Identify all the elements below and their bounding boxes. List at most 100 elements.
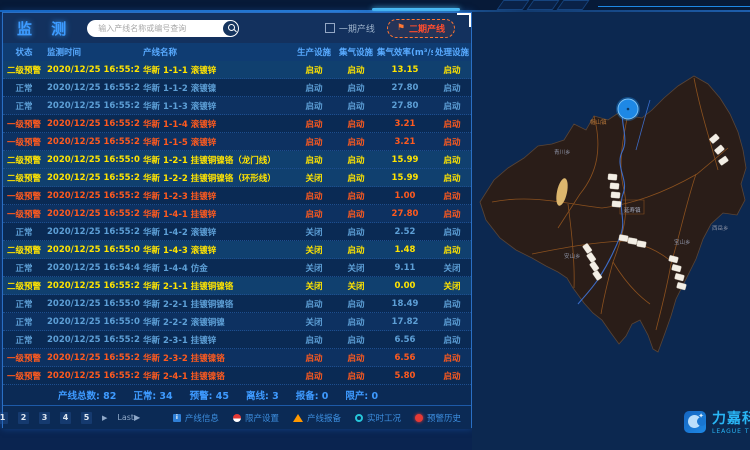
phase1-checkbox[interactable]: 一期产线	[325, 22, 375, 35]
page-button[interactable]: 4	[60, 412, 71, 424]
cell: 启动	[335, 208, 377, 220]
legend-item-alert[interactable]: 预警历史	[415, 412, 461, 424]
cell: 华新 2-3-1 挂镀锌	[140, 334, 293, 346]
cell: 正常	[3, 226, 45, 238]
blue-location-marker[interactable]	[616, 97, 640, 121]
brand-logo: ✦ 力嘉科技 LEAGUE TE	[684, 408, 750, 435]
checkbox-icon	[325, 23, 335, 33]
column-header: 集气效率(m³/s)	[377, 46, 433, 58]
deco-shape	[526, 0, 559, 10]
district-map[interactable]: 帽山镇青川乡延寿镇安山乡宝山乡西岳乡	[472, 52, 750, 392]
page-button[interactable]: 2	[18, 412, 29, 424]
table-header: 状态监测时间产线名称生产设施集气设施集气效率(m³/s)处理设施	[3, 43, 471, 61]
cell: 2020/12/25 16:55:04	[45, 317, 140, 327]
tri-icon	[293, 414, 303, 422]
cell: 2020/12/25 16:55:24	[45, 281, 140, 291]
map-area: 帽山镇青川乡延寿镇安山乡宝山乡西岳乡 ✦ 力嘉科技 LEAGUE TE	[472, 12, 750, 450]
table-row[interactable]: 二级预警2020/12/25 16:55:24华新 1-2-2 挂镀铜镍铬（环形…	[3, 169, 471, 187]
column-header: 生产设施	[293, 46, 335, 58]
search-input[interactable]	[96, 23, 220, 34]
table-row[interactable]: 正常2020/12/25 16:55:04华新 2-2-1 挂镀铜镍铬启动启动1…	[3, 295, 471, 313]
cell: 关闭	[293, 172, 335, 184]
column-header: 产线名称	[140, 46, 293, 58]
table-row[interactable]: 一级预警2020/12/25 16:55:24华新 2-4-1 挂镀镍铬启动启动…	[3, 367, 471, 385]
page-button[interactable]: 5	[81, 412, 92, 424]
flag-icon: ⚑	[397, 24, 405, 33]
legend-item-limit[interactable]: 限产设置	[233, 412, 279, 424]
cell: 二级预警	[3, 244, 45, 256]
search-button[interactable]	[223, 21, 238, 36]
phase2-button[interactable]: ⚑ 二期产线	[387, 19, 455, 38]
town-label: 延寿镇	[624, 206, 641, 214]
cell: 启动	[335, 352, 377, 364]
cell: 启动	[293, 298, 335, 310]
cell: 二级预警	[3, 154, 45, 166]
cell: 2020/12/25 16:55:24	[45, 371, 140, 381]
cell: 一级预警	[3, 136, 45, 148]
table-row[interactable]: 正常2020/12/25 16:55:24华新 1-1-3 滚镀锌启动启动27.…	[3, 97, 471, 115]
summary-item: 离线: 3	[246, 388, 279, 402]
table-row[interactable]: 二级预警2020/12/25 16:55:24华新 2-1-1 挂镀铜镍铬关闭关…	[3, 277, 471, 295]
table-row[interactable]: 正常2020/12/25 16:55:24华新 1-4-2 滚镀锌关闭启动2.5…	[3, 223, 471, 241]
cell: 2020/12/25 16:55:24	[45, 227, 140, 237]
cell: 正常	[3, 316, 45, 328]
cell: 华新 1-2-1 挂镀铜镍铬（龙门线）	[140, 154, 293, 166]
cell: 2020/12/25 16:55:24	[45, 101, 140, 111]
table-row[interactable]: 一级预警2020/12/25 16:55:24华新 1-1-4 滚镀锌启动启动3…	[3, 115, 471, 133]
cell: 启动	[433, 190, 471, 202]
search-box[interactable]	[87, 20, 239, 37]
cell: 华新 2-4-1 挂镀镍铬	[140, 370, 293, 382]
table-row[interactable]: 二级预警2020/12/25 16:55:04华新 1-2-1 挂镀铜镍铬（龙门…	[3, 151, 471, 169]
cell: 启动	[433, 316, 471, 328]
column-header: 监测时间	[45, 46, 140, 58]
cell: 启动	[293, 154, 335, 166]
cell: 2020/12/25 16:55:04	[45, 299, 140, 309]
last-page-button[interactable]: Last▶	[117, 413, 140, 422]
cell: 启动	[335, 190, 377, 202]
column-header: 状态	[3, 46, 45, 58]
cell: 正常	[3, 298, 45, 310]
table-row[interactable]: 正常2020/12/25 16:54:44华新 1-4-4 仿金关闭关闭9.11…	[3, 259, 471, 277]
panel-header: 监 测 一期产线 ⚑ 二期产线	[3, 13, 471, 43]
cell: 关闭	[433, 262, 471, 274]
cell: 一级预警	[3, 118, 45, 130]
cell: 关闭	[335, 280, 377, 292]
cell: 启动	[335, 64, 377, 76]
cell: 一级预警	[3, 208, 45, 220]
summary-item: 报备: 0	[296, 388, 329, 402]
table-row[interactable]: 一级预警2020/12/25 16:55:24华新 1-1-5 滚镀锌启动启动3…	[3, 133, 471, 151]
pagination: 12345 ▶ Last▶	[0, 412, 140, 424]
logo-icon: ✦	[684, 411, 706, 433]
summary-item: 限产: 0	[345, 388, 378, 402]
table-row[interactable]: 正常2020/12/25 16:55:24华新 1-1-2 滚镀镍启动启动27.…	[3, 79, 471, 97]
legend-item-gauge[interactable]: 实时工况	[355, 412, 401, 424]
table-row[interactable]: 二级预警2020/12/25 16:55:24华新 1-1-1 滚镀锌启动启动1…	[3, 61, 471, 79]
cell: 2020/12/25 16:55:24	[45, 137, 140, 147]
table-row[interactable]: 正常2020/12/25 16:55:24华新 2-3-1 挂镀锌启动启动6.5…	[3, 331, 471, 349]
page-button[interactable]: 3	[39, 412, 50, 424]
cell: 2020/12/25 16:55:24	[45, 65, 140, 75]
table-row[interactable]: 一级预警2020/12/25 16:55:24华新 2-3-2 挂镀镍铬启动启动…	[3, 349, 471, 367]
legend-item-info[interactable]: i产线信息	[173, 412, 219, 424]
page-button[interactable]: 1	[0, 412, 8, 424]
cell: 正常	[3, 82, 45, 94]
cell: 启动	[335, 244, 377, 256]
cell: 华新 1-4-3 滚镀锌	[140, 244, 293, 256]
next-page-button[interactable]: ▶	[102, 414, 107, 422]
cell: 二级预警	[3, 280, 45, 292]
cell: 二级预警	[3, 172, 45, 184]
table-row[interactable]: 正常2020/12/25 16:55:04华新 2-2-2 滚镀铜镍关闭启动17…	[3, 313, 471, 331]
summary-item: 预警: 45	[190, 388, 229, 402]
cell: 启动	[335, 100, 377, 112]
monitoring-dashboard: 监 测 一期产线 ⚑ 二期产线 状态监测时间产线名称生产设施集气设施集气效率(m…	[0, 0, 750, 450]
table-row[interactable]: 二级预警2020/12/25 16:55:04华新 1-4-3 滚镀锌关闭启动1…	[3, 241, 471, 259]
table-row[interactable]: 一级预警2020/12/25 16:55:24华新 1-4-1 挂镀锌启动启动2…	[3, 205, 471, 223]
table-row[interactable]: 一级预警2020/12/25 16:55:24华新 1-2-3 挂镀锌启动启动1…	[3, 187, 471, 205]
cell: 华新 1-2-3 挂镀锌	[140, 190, 293, 202]
brand-name: 力嘉科技	[712, 408, 750, 428]
cell: 15.99	[377, 173, 433, 183]
top-glow-line	[372, 8, 460, 11]
summary-bar: 产线总数: 82正常: 34预警: 45离线: 3报备: 0限产: 0	[3, 385, 471, 405]
legend-item-tri[interactable]: 产线报备	[293, 412, 341, 424]
cell: 启动	[335, 370, 377, 382]
